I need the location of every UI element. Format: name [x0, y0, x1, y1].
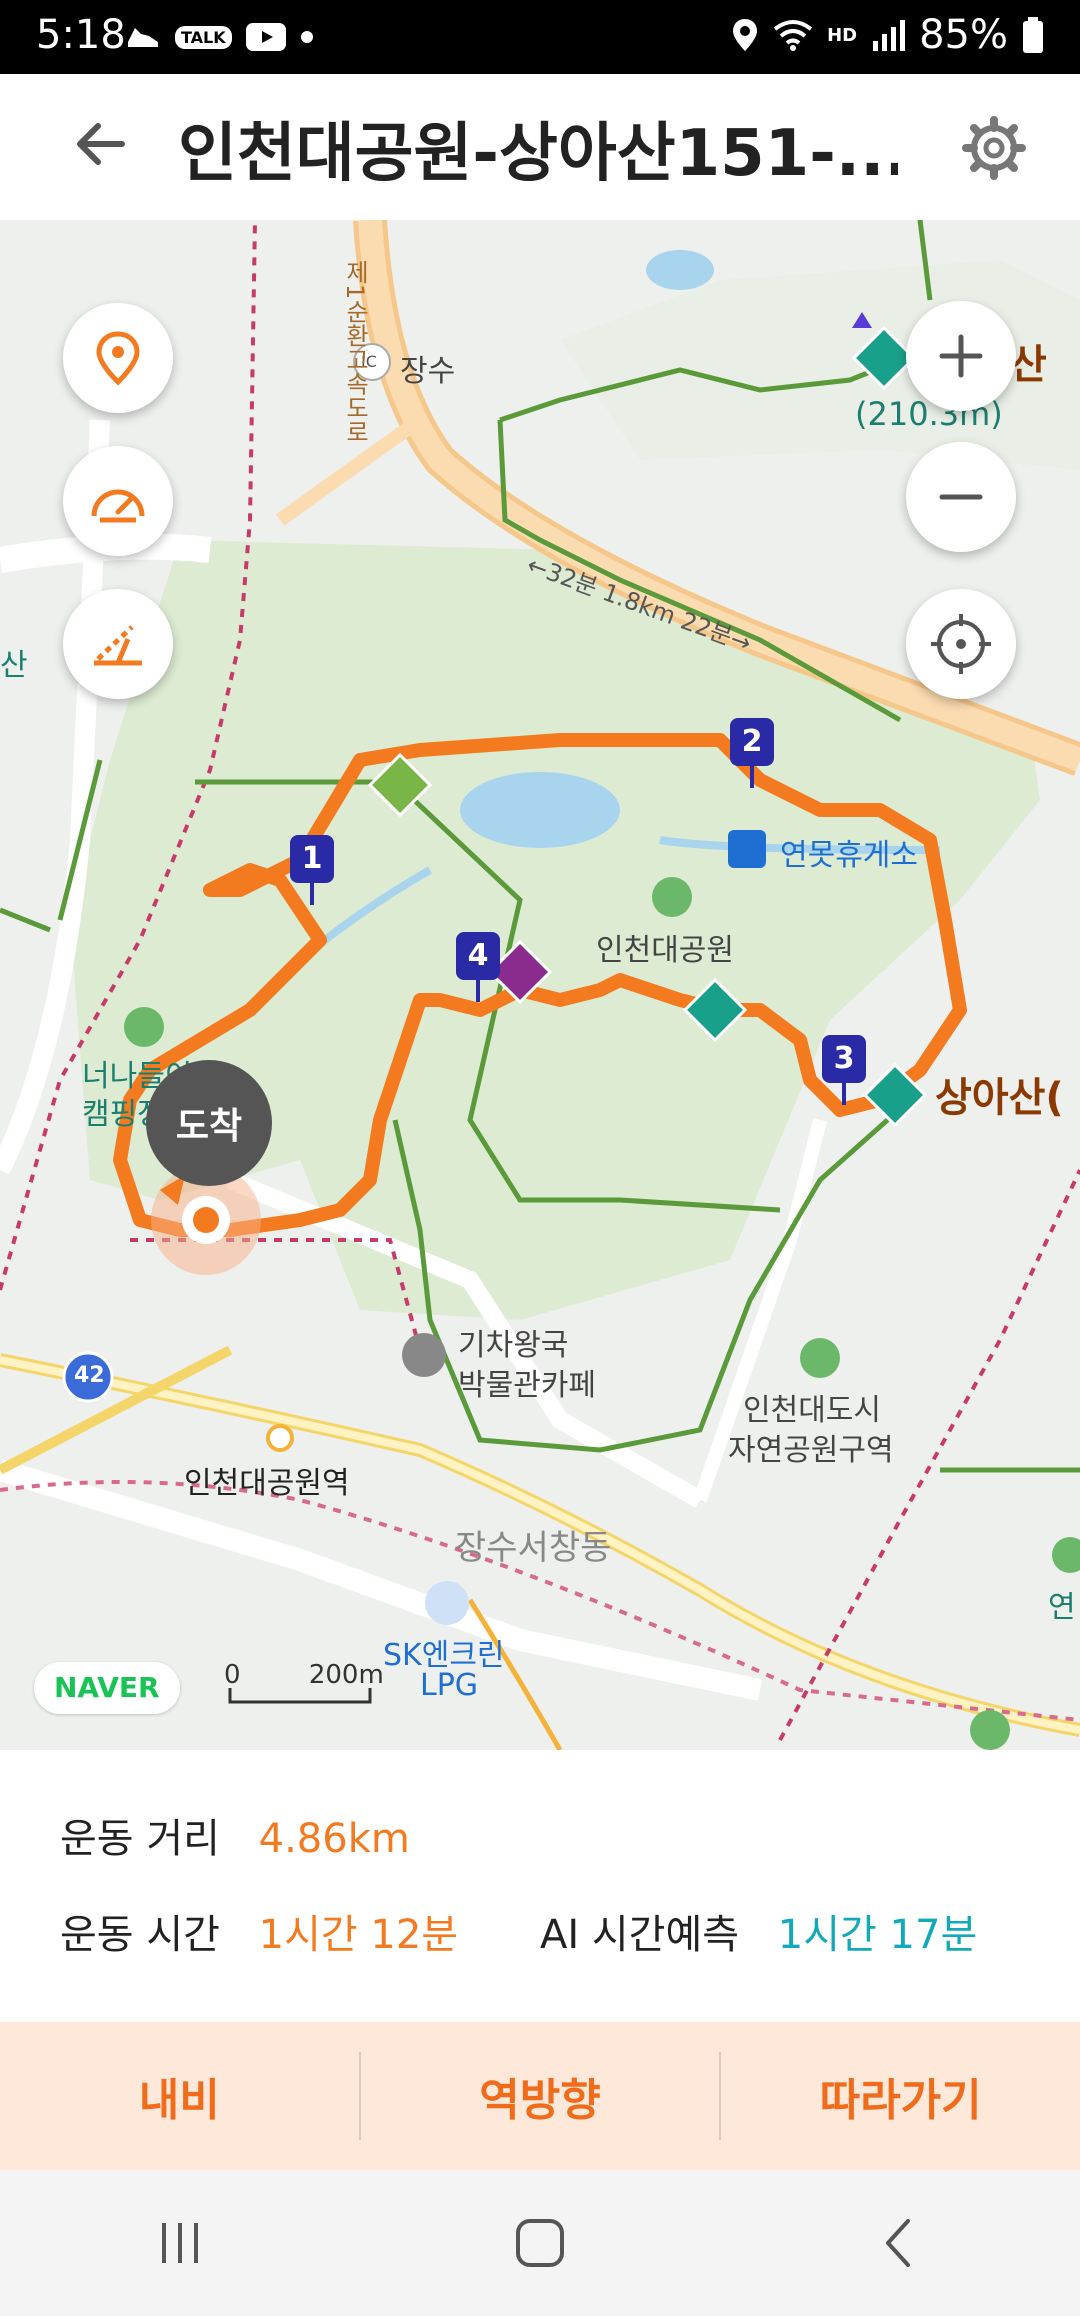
status-time: 5:18	[36, 12, 126, 58]
follow-button[interactable]: 따라가기	[721, 2022, 1080, 2170]
naver-logo: NAVER	[34, 1662, 180, 1714]
back-icon[interactable]	[870, 2213, 930, 2273]
notification-icons: TALK	[125, 22, 314, 52]
page-title: 인천대공원-상아산151-...	[178, 117, 898, 191]
location-icon	[733, 19, 758, 51]
map-label-edge-left: 산	[0, 648, 28, 683]
plus-icon	[939, 334, 983, 378]
arrival-marker[interactable]: 도착	[146, 1060, 272, 1186]
status-bar: 5:18 TALK HD 85%	[0, 0, 1080, 74]
summary-panel: 운동 거리 4.86km 운동 시간 1시간 12분 AI 시간예측 1시간 1…	[0, 1750, 1080, 2022]
waypoint-pin[interactable]: 4	[456, 932, 500, 1002]
map-label-train-cafe-1[interactable]: 기차왕국	[458, 1320, 568, 1364]
speedometer-icon	[91, 489, 145, 523]
dot-icon	[300, 31, 313, 43]
action-bar: 내비 역방향 따라가기	[0, 2022, 1080, 2170]
zoom-in-button[interactable]	[906, 301, 1016, 411]
ai-estimate-label: AI 시간예측	[540, 1912, 740, 1958]
map-label-park[interactable]: 인천대공원	[596, 925, 734, 969]
map-label-gas-2[interactable]: LPG	[420, 1668, 478, 1703]
hd-voice-icon: HD	[827, 24, 858, 46]
map-pin-icon	[96, 331, 140, 386]
youtube-icon	[245, 23, 286, 51]
scale-zero: 0	[224, 1660, 241, 1690]
map-label-sangasan[interactable]: 상아산(	[935, 1065, 1064, 1123]
navi-button[interactable]: 내비	[0, 2022, 359, 2170]
distance-label: 운동 거리	[60, 1816, 220, 1862]
app-header: 인천대공원-상아산151-...	[0, 74, 1080, 220]
signal-icon	[873, 20, 906, 51]
crosshair-icon	[931, 614, 991, 674]
map-view[interactable]: IC 장수 ←32분 1.8km 22분→ 제1순환고속도로 (210.3m) …	[0, 220, 1080, 1750]
status-right: HD 85%	[731, 12, 1044, 58]
shoe-icon	[128, 28, 158, 47]
home-icon[interactable]	[510, 2213, 570, 2273]
map-label-city-park-1[interactable]: 인천대도시	[743, 1385, 881, 1429]
map-label-city-park-2[interactable]: 자연공원구역	[728, 1425, 894, 1469]
ai-estimate-row: AI 시간예측 1시간 17분	[540, 1902, 977, 1960]
talk-icon: TALK	[175, 25, 232, 49]
ai-estimate-value: 1시간 17분	[777, 1912, 978, 1958]
map-label-jangsu: 장수	[400, 354, 456, 389]
time-row: 운동 시간 1시간 12분	[60, 1902, 458, 1960]
map-label-expressway: 제1순환고속도로	[341, 260, 369, 444]
elevation-slope-icon	[94, 625, 142, 666]
reverse-button[interactable]: 역방향	[361, 2022, 720, 2170]
scale-distance: 200m	[308, 1660, 384, 1690]
minus-icon	[939, 494, 983, 500]
speedometer-button[interactable]	[63, 446, 173, 556]
time-value: 1시간 12분	[258, 1912, 459, 1958]
time-label: 운동 시간	[60, 1912, 220, 1958]
distance-value: 4.86km	[258, 1816, 410, 1862]
map-label-station[interactable]: 인천대공원역	[184, 1458, 350, 1502]
waypoint-pin[interactable]: 1	[290, 835, 334, 905]
battery-percent: 85%	[919, 12, 1008, 58]
zoom-out-button[interactable]	[906, 442, 1016, 552]
scale-bar: 0 200m	[224, 1660, 384, 1690]
gear-icon[interactable]	[962, 116, 1026, 180]
wifi-icon	[773, 20, 813, 51]
map-label-district: 장수서창동	[455, 1528, 612, 1568]
map-label-train-cafe-2[interactable]: 박물관카페	[458, 1360, 596, 1404]
back-arrow-icon[interactable]	[70, 114, 130, 174]
elevation-button[interactable]	[63, 589, 173, 699]
map-label-edge-right: 연	[1048, 1590, 1076, 1625]
my-location-pin-button[interactable]	[63, 303, 173, 413]
battery-icon	[1023, 17, 1043, 53]
recenter-button[interactable]	[906, 589, 1016, 699]
distance-row: 운동 거리 4.86km	[60, 1806, 410, 1864]
system-nav-bar	[0, 2170, 1080, 2316]
waypoint-pin[interactable]: 2	[730, 718, 774, 788]
waypoint-pin[interactable]: 3	[822, 1035, 866, 1105]
recent-apps-icon[interactable]	[150, 2213, 210, 2273]
route-42-badge: 42	[74, 1363, 105, 1388]
map-label-rest-area[interactable]: 연못휴게소	[780, 830, 918, 874]
